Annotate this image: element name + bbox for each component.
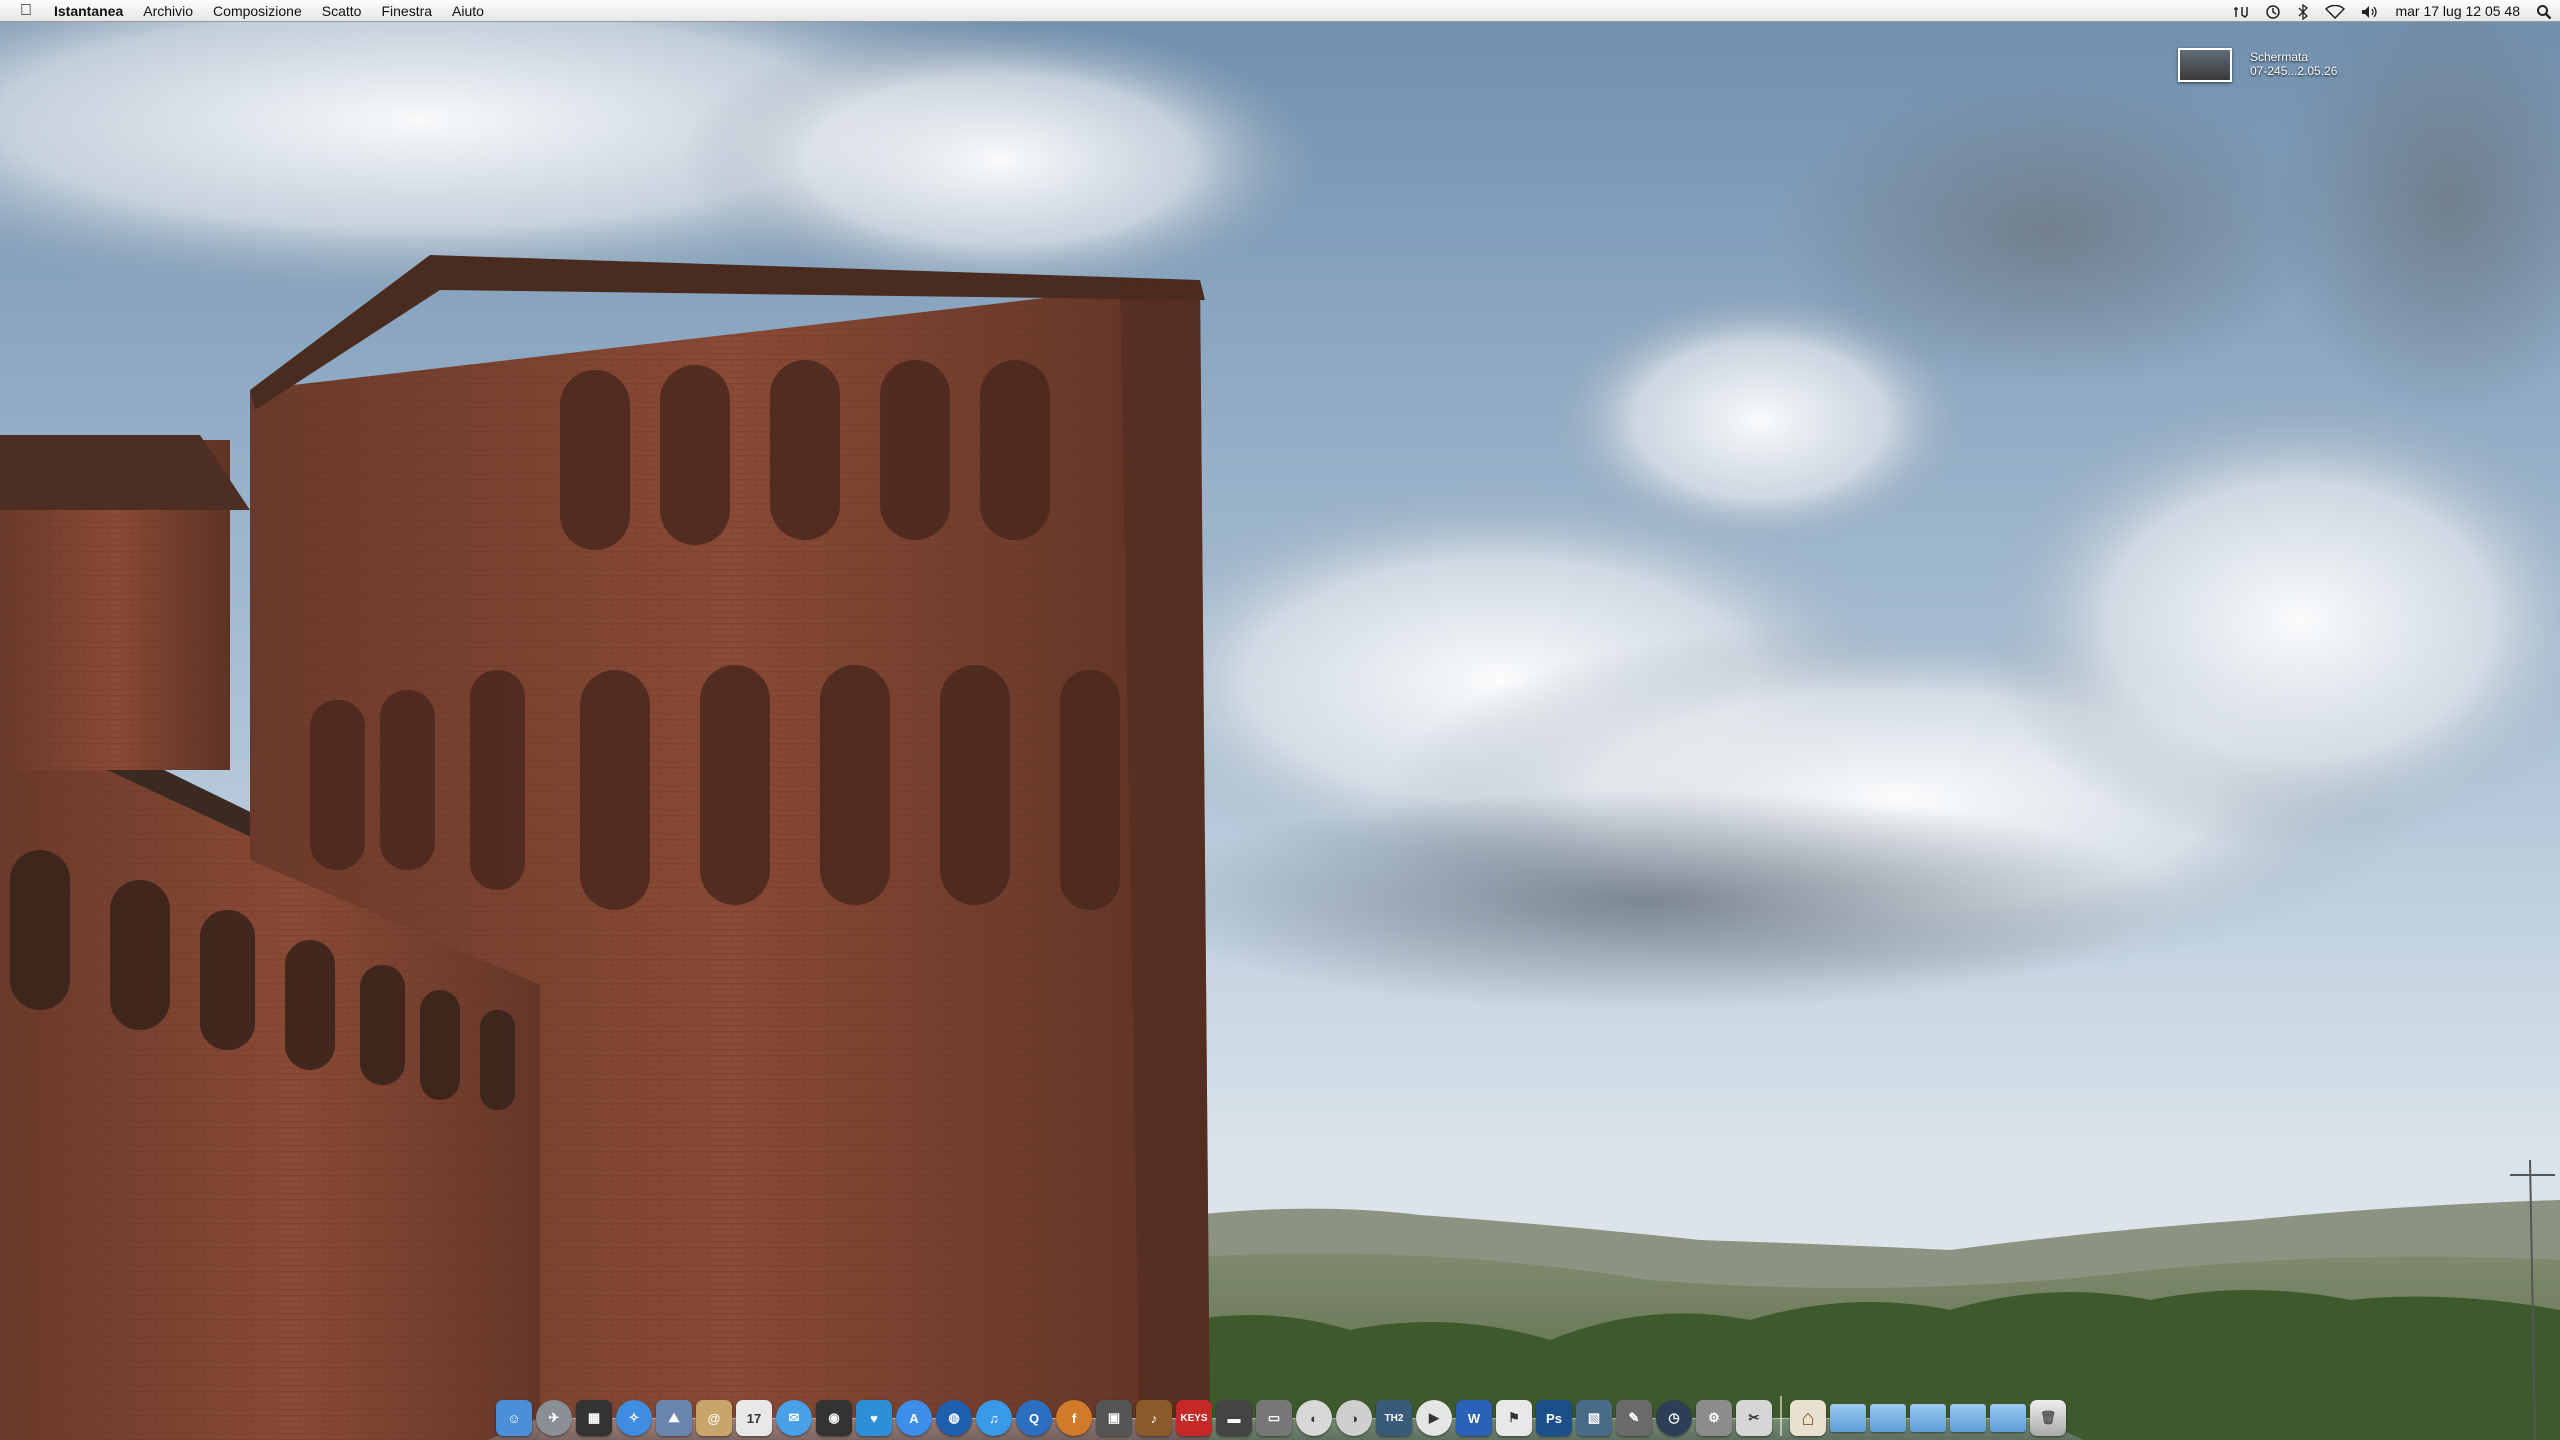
dock-preview-2-icon[interactable]: ✎ [1616, 1400, 1652, 1436]
desktop-file-screenshot[interactable]: Schermata 07-245...2.05.26 [2178, 48, 2378, 84]
trash-icon[interactable]: 🗑 [2030, 1400, 2066, 1436]
dock-earth-icon[interactable]: ◍ [936, 1400, 972, 1436]
dock-cassette-icon[interactable]: ▭ [1256, 1400, 1292, 1436]
file-thumbnail [2178, 48, 2232, 82]
dock-messages-icon[interactable]: ✉ [776, 1400, 812, 1436]
dock-folder-downloads-icon[interactable] [1910, 1404, 1946, 1432]
dock-iphoto-icon[interactable]: ▧ [1576, 1400, 1612, 1436]
timemachine-icon[interactable] [2257, 0, 2289, 22]
dock-quicktime-icon[interactable]: Q [1016, 1400, 1052, 1436]
dock-itunes-icon[interactable]: ♫ [976, 1400, 1012, 1436]
file-name-line2: 07-245...2.05.26 [2250, 64, 2338, 78]
dock-calendar-icon[interactable]: 17 [736, 1400, 772, 1436]
dock-player-icon[interactable]: ▶ [1416, 1400, 1452, 1436]
menu-clock[interactable]: mar 17 lug 12 05 48 [2387, 0, 2528, 22]
dock-photoshop-icon[interactable]: Ps [1536, 1400, 1572, 1436]
menu-bar:  Istantanea Archivio Composizione Scatt… [0, 0, 2560, 22]
dock-twitter-icon[interactable]: ♥ [856, 1400, 892, 1436]
dock-th2-icon[interactable]: TH2 [1376, 1400, 1412, 1436]
status-area: mar 17 lug 12 05 48 [2225, 0, 2560, 22]
dock-folder-applications-icon[interactable] [1830, 1404, 1866, 1432]
dock-safari-icon[interactable]: ✧ [616, 1400, 652, 1436]
dock-folder-stack-icon[interactable] [1990, 1404, 2026, 1432]
dock-acrobat-icon[interactable]: ⚑ [1496, 1400, 1532, 1436]
dock-time-machine-icon[interactable]: ◷ [1656, 1400, 1692, 1436]
desktop-wallpaper [0, 0, 2560, 1440]
dock-guitar-icon[interactable]: ♪ [1136, 1400, 1172, 1436]
dock-launchpad-icon[interactable]: ✈ [536, 1400, 572, 1436]
dock-screenshot-tool-icon[interactable]: ✂ [1736, 1400, 1772, 1436]
spotlight-icon[interactable] [2528, 0, 2560, 22]
dock-icons: ☺ ✈ ▦ ✧ ⛰ @17 ✉ ◉ ♥ A ◍ ♫ Qf ▣ ♪ KEYS ▬ ▭ ◐ ◑ TH2 ▶ W ⚑ Ps ▧ ✎ ◷ ⚙ ✂ ⌂… [494, 1386, 2068, 1436]
dock-keys-icon[interactable]: KEYS [1176, 1400, 1212, 1436]
dock-separator [1780, 1396, 1782, 1436]
dock-folder-music-icon[interactable] [1950, 1404, 1986, 1432]
volume-icon[interactable] [2353, 0, 2387, 22]
file-name: Schermata 07-245...2.05.26 [2250, 50, 2337, 78]
dock-finder-icon[interactable]: ☺ [496, 1400, 532, 1436]
dock-preview-icon[interactable]: ⛰ [656, 1400, 692, 1436]
apple-logo-icon[interactable]:  [0, 2, 52, 20]
dock-fetch-icon[interactable]: f [1056, 1400, 1092, 1436]
dock-folder-documents-icon[interactable] [1870, 1404, 1906, 1432]
dock-stage-icon[interactable]: ▬ [1216, 1400, 1252, 1436]
bluetooth-icon[interactable] [2289, 0, 2317, 22]
menu-app-name[interactable]: Istantanea [52, 0, 133, 22]
dock-contacts-icon[interactable]: @ [696, 1400, 732, 1436]
dock-facetime-icon[interactable]: ◉ [816, 1400, 852, 1436]
dock: ☺ ✈ ▦ ✧ ⛰ @17 ✉ ◉ ♥ A ◍ ♫ Qf ▣ ♪ KEYS ▬ ▭ ◐ ◑ TH2 ▶ W ⚑ Ps ▧ ✎ ◷ ⚙ ✂ ⌂… [488, 1386, 2084, 1440]
menu-scatto[interactable]: Scatto [312, 0, 372, 22]
dock-folder-home-icon[interactable]: ⌂ [1790, 1400, 1826, 1436]
dock-activity-monitor-icon[interactable]: ▣ [1096, 1400, 1132, 1436]
dock-system-preferences-icon[interactable]: ⚙ [1696, 1400, 1732, 1436]
file-name-line1: Schermata [2250, 50, 2309, 64]
dock-transmit-icon[interactable]: ◐ [1296, 1400, 1332, 1436]
dock-camino-icon[interactable]: ◑ [1336, 1400, 1372, 1436]
menu-aiuto[interactable]: Aiuto [442, 0, 494, 22]
menu-archivio[interactable]: Archivio [133, 0, 203, 22]
menu-finestra[interactable]: Finestra [371, 0, 442, 22]
dock-mission-control-icon[interactable]: ▦ [576, 1400, 612, 1436]
dock-word-icon[interactable]: W [1456, 1400, 1492, 1436]
input-menu-icon[interactable] [2225, 0, 2257, 22]
dock-app-store-icon[interactable]: A [896, 1400, 932, 1436]
wifi-icon[interactable] [2317, 0, 2353, 22]
menu-composizione[interactable]: Composizione [203, 0, 312, 22]
